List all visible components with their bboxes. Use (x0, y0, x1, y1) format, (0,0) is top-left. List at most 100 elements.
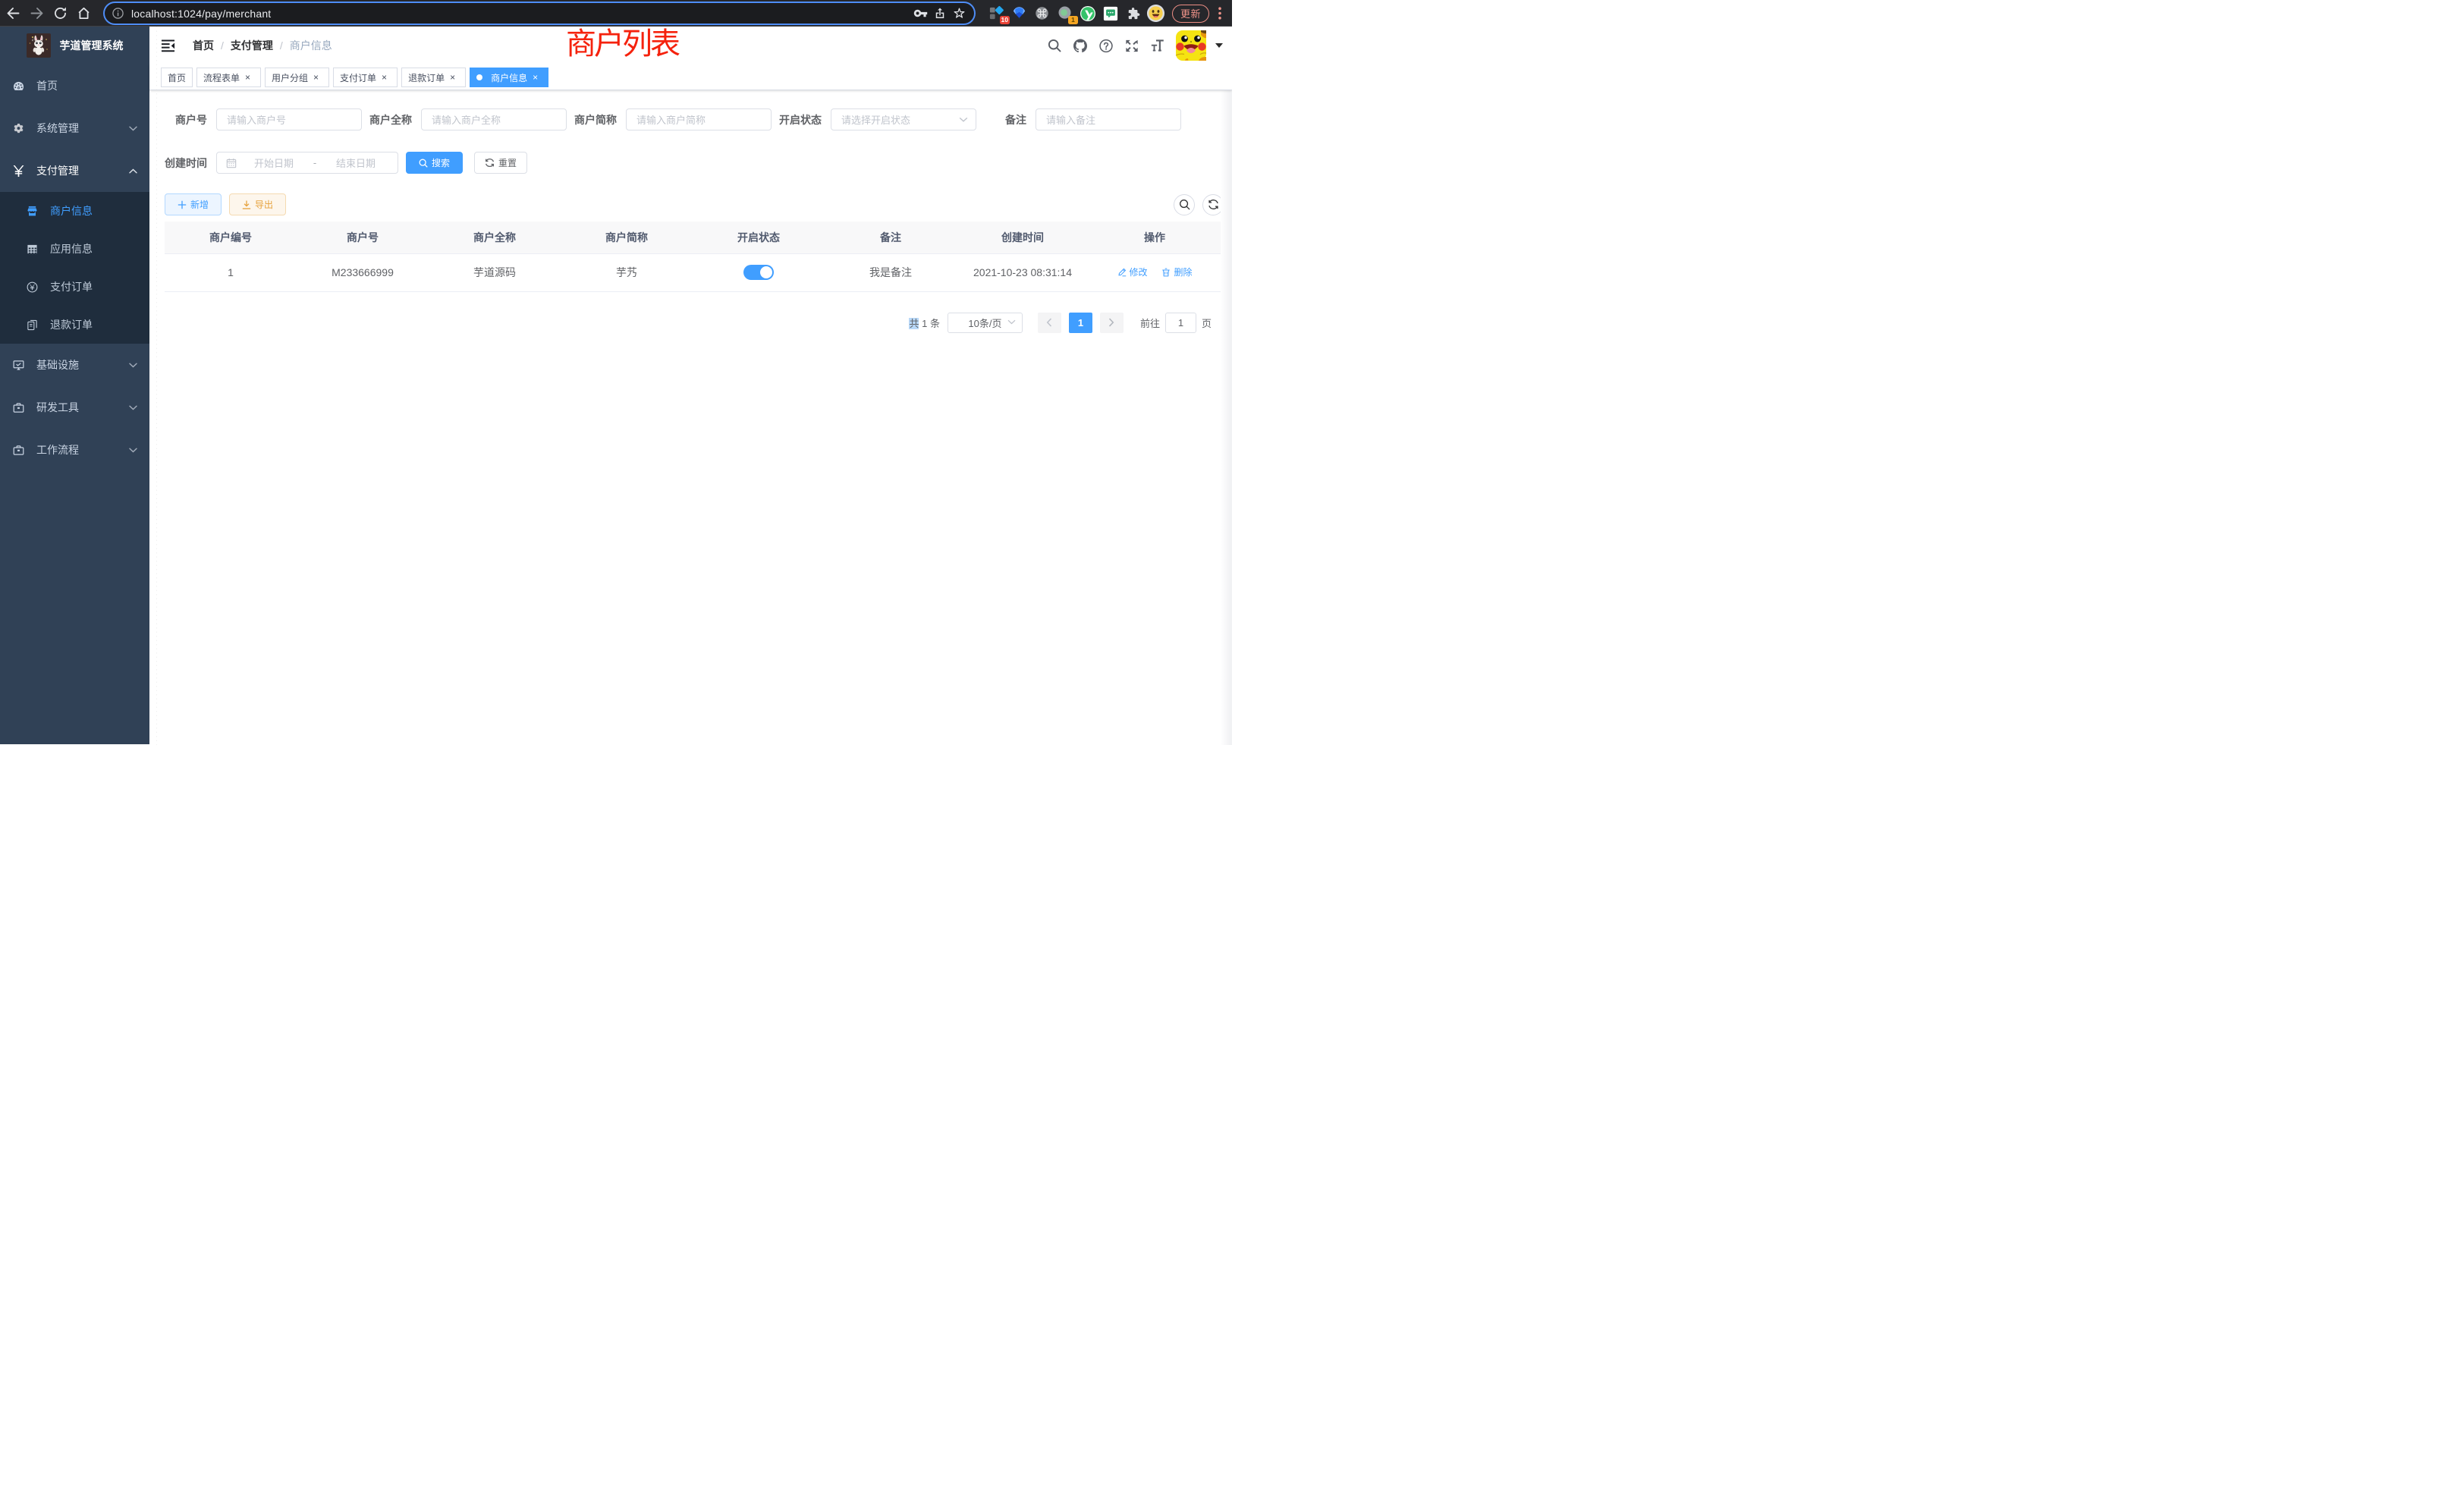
browser-forward-button[interactable] (25, 2, 49, 24)
tab-merchant-info[interactable]: 商户信息× (470, 68, 548, 87)
placeholder-text: 请输入商户全称 (432, 112, 501, 127)
button-label: 导出 (255, 198, 273, 211)
filter-merchant-no: 商户号 请输入商户号 (165, 108, 362, 130)
extensions-puzzle-icon[interactable] (1122, 2, 1145, 25)
filter-label: 商户全称 (369, 112, 421, 127)
sidebar-item-pay[interactable]: 支付管理 (0, 149, 149, 192)
filter-status: 开启状态 请选择开启状态 (779, 108, 976, 130)
extension-yuque-icon[interactable] (1076, 2, 1099, 25)
tab-home[interactable]: 首页 (161, 68, 193, 87)
delete-link[interactable]: 删除 (1161, 266, 1192, 278)
tab-close-icon[interactable]: × (446, 71, 459, 83)
filter-label: 开启状态 (779, 112, 831, 127)
chevron-down-icon (1007, 319, 1016, 325)
add-button[interactable]: 新增 (165, 193, 222, 215)
password-key-icon[interactable] (913, 6, 928, 20)
export-button[interactable]: 导出 (229, 193, 286, 215)
user-avatar[interactable] (1176, 30, 1206, 61)
fullscreen-button[interactable] (1125, 39, 1139, 52)
browser-profile-avatar[interactable] (1145, 2, 1168, 25)
breadcrumb-home[interactable]: 首页 (193, 38, 214, 53)
browser-home-button[interactable] (72, 2, 96, 24)
create-time-range-picker[interactable]: 开始日期 - 结束日期 (216, 152, 398, 174)
bookmark-star-icon[interactable] (952, 6, 966, 20)
sidebar-item-workflow[interactable]: 工作流程 (0, 429, 149, 471)
tab-pay-order[interactable]: 支付订单× (333, 68, 398, 87)
breadcrumb-pay[interactable]: 支付管理 (231, 38, 273, 53)
header-search-button[interactable] (1048, 39, 1061, 52)
share-icon[interactable] (933, 7, 947, 20)
merchant-short-name-input[interactable]: 请输入商户简称 (626, 108, 772, 130)
status-select[interactable]: 请选择开启状态 (831, 108, 976, 130)
start-date-placeholder[interactable]: 开始日期 (240, 156, 308, 170)
merchant-name-input[interactable]: 请输入商户全称 (421, 108, 567, 130)
sidebar-logo[interactable]: 芋道管理系统 (0, 27, 149, 64)
sidebar-item-devtool[interactable]: 研发工具 (0, 386, 149, 429)
remark-input[interactable]: 请输入备注 (1036, 108, 1181, 130)
sidebar-item-pay-order[interactable]: 支付订单 (0, 268, 149, 306)
browser-update-button[interactable]: 更新 (1172, 5, 1209, 23)
tab-close-icon[interactable]: × (310, 71, 322, 83)
font-size-button[interactable] (1151, 39, 1164, 52)
search-button[interactable]: 搜索 (406, 152, 463, 174)
next-page-button[interactable] (1100, 313, 1124, 333)
site-info-icon[interactable] (112, 8, 124, 19)
extension-recorder-icon[interactable]: 1 (1054, 2, 1076, 25)
total-suffix: 条 (930, 318, 940, 329)
placeholder-text: 请输入商户简称 (636, 112, 706, 127)
button-label: 重置 (498, 156, 517, 169)
prev-page-button[interactable] (1038, 313, 1061, 333)
reset-button[interactable]: 重置 (474, 152, 527, 174)
extension-tampermonkey-icon[interactable]: 10 (985, 2, 1008, 25)
browser-reload-button[interactable] (49, 2, 72, 24)
navbar-right-menu (1036, 27, 1223, 64)
address-bar[interactable]: localhost:1024/pay/merchant (105, 3, 974, 24)
filter-merchant-short-name: 商户简称 请输入商户简称 (574, 108, 772, 130)
grid-icon (27, 244, 38, 255)
chevron-down-icon (959, 117, 968, 123)
cell-create-time: 2021-10-23 08:31:14 (957, 253, 1089, 291)
github-link[interactable] (1073, 39, 1087, 52)
tab-close-icon[interactable]: × (378, 71, 391, 83)
merchant-table: 商户编号 商户号 商户全称 商户简称 开启状态 备注 创建时间 操作 1 M23… (165, 222, 1221, 292)
page-size-select[interactable]: 10条/页 (948, 313, 1023, 333)
cell-actions: 修改 删除 (1089, 253, 1221, 291)
jump-page-input[interactable]: 1 (1165, 313, 1196, 333)
end-date-placeholder[interactable]: 结束日期 (322, 156, 390, 170)
browser-back-button[interactable] (2, 2, 25, 24)
edit-link[interactable]: 修改 (1117, 266, 1148, 278)
sidebar-item-infra[interactable]: 基础设施 (0, 344, 149, 386)
tab-label: 首页 (168, 71, 186, 84)
refresh-table-button[interactable] (1202, 194, 1224, 215)
sidebar-submenu-pay: 商户信息 应用信息 支付订单 退款订单 (0, 192, 149, 344)
tab-close-icon[interactable]: × (529, 71, 542, 83)
browser-menu-icon[interactable] (1212, 2, 1227, 25)
chevron-right-icon (1108, 318, 1114, 327)
url-text[interactable]: localhost:1024/pay/merchant (131, 8, 913, 20)
link-label: 修改 (1130, 266, 1148, 278)
sidebar-toggle-button[interactable] (149, 27, 187, 64)
breadcrumb-current: 商户信息 (290, 38, 332, 53)
link-label: 删除 (1174, 266, 1192, 278)
tab-process-form[interactable]: 流程表单× (196, 68, 261, 87)
tab-refund-order[interactable]: 退款订单× (401, 68, 466, 87)
sidebar-item-merchant-info[interactable]: 商户信息 (0, 192, 149, 230)
cell-status (693, 253, 825, 291)
docs-help-button[interactable] (1099, 39, 1113, 52)
extension-tower-icon[interactable] (1099, 2, 1122, 25)
extension-command-icon[interactable] (1031, 2, 1054, 25)
extension-paraglider-icon[interactable] (1008, 2, 1031, 25)
page-number-button[interactable]: 1 (1069, 313, 1092, 333)
sidebar-item-app-info[interactable]: 应用信息 (0, 230, 149, 268)
sidebar-item-home[interactable]: 首页 (0, 64, 149, 107)
tab-user-group[interactable]: 用户分组× (265, 68, 329, 87)
tab-close-icon[interactable]: × (241, 71, 254, 83)
sidebar-item-system[interactable]: 系统管理 (0, 107, 149, 149)
merchant-no-input[interactable]: 请输入商户号 (216, 108, 362, 130)
hide-search-button[interactable] (1174, 194, 1195, 215)
breadcrumb-separator: / (280, 39, 283, 52)
caret-down-icon[interactable] (1215, 43, 1223, 48)
status-toggle[interactable] (743, 265, 774, 280)
tab-label: 支付订单 (340, 71, 376, 84)
sidebar-item-refund-order[interactable]: 退款订单 (0, 306, 149, 344)
